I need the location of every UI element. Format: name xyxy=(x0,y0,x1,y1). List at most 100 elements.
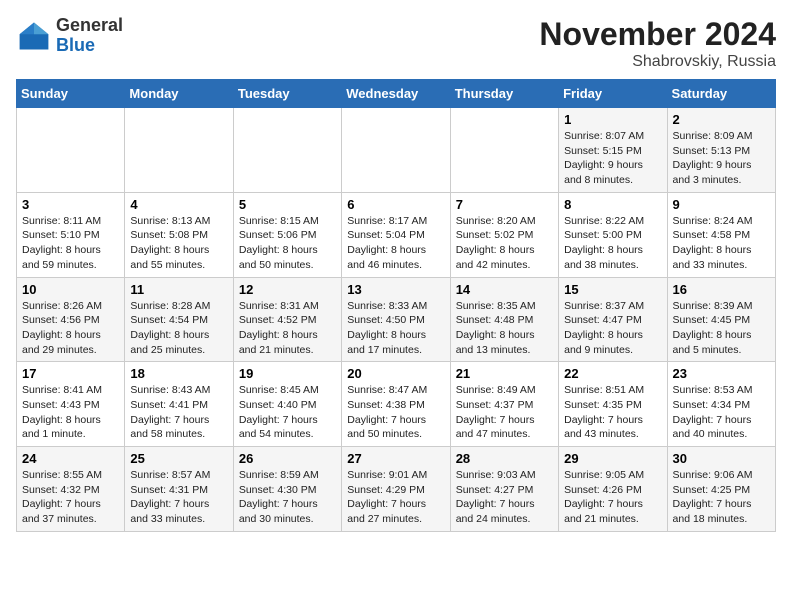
logo-text: General Blue xyxy=(56,16,123,56)
day-number: 19 xyxy=(239,366,336,381)
day-info: Sunrise: 8:24 AM Sunset: 4:58 PM Dayligh… xyxy=(673,214,770,273)
calendar-cell: 30 Sunrise: 9:06 AM Sunset: 4:25 PM Dayli… xyxy=(667,447,775,532)
day-number: 8 xyxy=(564,197,661,212)
calendar-week-row: 1 Sunrise: 8:07 AM Sunset: 5:15 PM Daylig… xyxy=(17,108,776,193)
day-number: 16 xyxy=(673,282,770,297)
day-number: 20 xyxy=(347,366,444,381)
day-number: 17 xyxy=(22,366,119,381)
logo-icon xyxy=(16,18,52,54)
day-number: 11 xyxy=(130,282,227,297)
day-header-sunday: Sunday xyxy=(17,80,125,108)
day-info: Sunrise: 8:45 AM Sunset: 4:40 PM Dayligh… xyxy=(239,383,336,442)
calendar-cell: 17 Sunrise: 8:41 AM Sunset: 4:43 PM Dayli… xyxy=(17,362,125,447)
day-info: Sunrise: 8:07 AM Sunset: 5:15 PM Dayligh… xyxy=(564,129,661,188)
calendar-cell xyxy=(233,108,341,193)
calendar-cell: 5 Sunrise: 8:15 AM Sunset: 5:06 PM Daylig… xyxy=(233,192,341,277)
day-info: Sunrise: 8:43 AM Sunset: 4:41 PM Dayligh… xyxy=(130,383,227,442)
calendar-cell: 2 Sunrise: 8:09 AM Sunset: 5:13 PM Daylig… xyxy=(667,108,775,193)
page-header: General Blue November 2024 Shabrovskiy, … xyxy=(16,16,776,71)
day-number: 1 xyxy=(564,112,661,127)
calendar-table: SundayMondayTuesdayWednesdayThursdayFrid… xyxy=(16,79,776,532)
location-subtitle: Shabrovskiy, Russia xyxy=(539,53,776,71)
day-info: Sunrise: 8:49 AM Sunset: 4:37 PM Dayligh… xyxy=(456,383,553,442)
day-info: Sunrise: 8:33 AM Sunset: 4:50 PM Dayligh… xyxy=(347,299,444,358)
day-number: 28 xyxy=(456,451,553,466)
day-number: 27 xyxy=(347,451,444,466)
day-number: 7 xyxy=(456,197,553,212)
calendar-cell: 29Sunrise: 9:05 AM Sunset: 4:26 PM Dayli… xyxy=(559,447,667,532)
calendar-cell: 13 Sunrise: 8:33 AM Sunset: 4:50 PM Dayli… xyxy=(342,277,450,362)
day-info: Sunrise: 8:28 AM Sunset: 4:54 PM Dayligh… xyxy=(130,299,227,358)
day-number: 12 xyxy=(239,282,336,297)
day-info: Sunrise: 8:11 AM Sunset: 5:10 PM Dayligh… xyxy=(22,214,119,273)
calendar-cell: 6 Sunrise: 8:17 AM Sunset: 5:04 PM Daylig… xyxy=(342,192,450,277)
calendar-cell: 28Sunrise: 9:03 AM Sunset: 4:27 PM Dayli… xyxy=(450,447,558,532)
day-number: 15 xyxy=(564,282,661,297)
calendar-cell: 7 Sunrise: 8:20 AM Sunset: 5:02 PM Daylig… xyxy=(450,192,558,277)
calendar-cell: 22 Sunrise: 8:51 AM Sunset: 4:35 PM Dayli… xyxy=(559,362,667,447)
day-info: Sunrise: 8:57 AM Sunset: 4:31 PM Dayligh… xyxy=(130,468,227,527)
title-block: November 2024 Shabrovskiy, Russia xyxy=(539,16,776,71)
day-info: Sunrise: 8:39 AM Sunset: 4:45 PM Dayligh… xyxy=(673,299,770,358)
calendar-cell: 21Sunrise: 8:49 AM Sunset: 4:37 PM Dayli… xyxy=(450,362,558,447)
day-info: Sunrise: 8:15 AM Sunset: 5:06 PM Dayligh… xyxy=(239,214,336,273)
calendar-cell: 23Sunrise: 8:53 AM Sunset: 4:34 PM Dayli… xyxy=(667,362,775,447)
day-info: Sunrise: 8:26 AM Sunset: 4:56 PM Dayligh… xyxy=(22,299,119,358)
calendar-cell: 14 Sunrise: 8:35 AM Sunset: 4:48 PM Dayli… xyxy=(450,277,558,362)
calendar-cell: 3Sunrise: 8:11 AM Sunset: 5:10 PM Daylig… xyxy=(17,192,125,277)
day-info: Sunrise: 8:37 AM Sunset: 4:47 PM Dayligh… xyxy=(564,299,661,358)
day-header-tuesday: Tuesday xyxy=(233,80,341,108)
calendar-cell: 16 Sunrise: 8:39 AM Sunset: 4:45 PM Dayli… xyxy=(667,277,775,362)
day-number: 5 xyxy=(239,197,336,212)
day-info: Sunrise: 8:35 AM Sunset: 4:48 PM Dayligh… xyxy=(456,299,553,358)
day-info: Sunrise: 8:22 AM Sunset: 5:00 PM Dayligh… xyxy=(564,214,661,273)
calendar-cell xyxy=(125,108,233,193)
day-header-thursday: Thursday xyxy=(450,80,558,108)
calendar-cell: 20 Sunrise: 8:47 AM Sunset: 4:38 PM Dayli… xyxy=(342,362,450,447)
day-info: Sunrise: 8:09 AM Sunset: 5:13 PM Dayligh… xyxy=(673,129,770,188)
month-title: November 2024 xyxy=(539,16,776,53)
day-info: Sunrise: 8:53 AM Sunset: 4:34 PM Dayligh… xyxy=(673,383,770,442)
day-number: 2 xyxy=(673,112,770,127)
day-number: 6 xyxy=(347,197,444,212)
calendar-week-row: 3Sunrise: 8:11 AM Sunset: 5:10 PM Daylig… xyxy=(17,192,776,277)
day-info: Sunrise: 8:20 AM Sunset: 5:02 PM Dayligh… xyxy=(456,214,553,273)
calendar-cell: 24 Sunrise: 8:55 AM Sunset: 4:32 PM Dayli… xyxy=(17,447,125,532)
day-info: Sunrise: 9:06 AM Sunset: 4:25 PM Dayligh… xyxy=(673,468,770,527)
calendar-cell: 26Sunrise: 8:59 AM Sunset: 4:30 PM Dayli… xyxy=(233,447,341,532)
calendar-cell: 1 Sunrise: 8:07 AM Sunset: 5:15 PM Daylig… xyxy=(559,108,667,193)
calendar-cell: 19 Sunrise: 8:45 AM Sunset: 4:40 PM Dayli… xyxy=(233,362,341,447)
day-number: 13 xyxy=(347,282,444,297)
day-info: Sunrise: 8:31 AM Sunset: 4:52 PM Dayligh… xyxy=(239,299,336,358)
calendar-cell xyxy=(342,108,450,193)
day-number: 9 xyxy=(673,197,770,212)
day-info: Sunrise: 9:01 AM Sunset: 4:29 PM Dayligh… xyxy=(347,468,444,527)
day-header-friday: Friday xyxy=(559,80,667,108)
day-header-wednesday: Wednesday xyxy=(342,80,450,108)
day-info: Sunrise: 8:13 AM Sunset: 5:08 PM Dayligh… xyxy=(130,214,227,273)
day-info: Sunrise: 8:41 AM Sunset: 4:43 PM Dayligh… xyxy=(22,383,119,442)
calendar-cell: 10 Sunrise: 8:26 AM Sunset: 4:56 PM Dayli… xyxy=(17,277,125,362)
day-info: Sunrise: 8:51 AM Sunset: 4:35 PM Dayligh… xyxy=(564,383,661,442)
day-info: Sunrise: 8:55 AM Sunset: 4:32 PM Dayligh… xyxy=(22,468,119,527)
day-number: 24 xyxy=(22,451,119,466)
day-number: 10 xyxy=(22,282,119,297)
calendar-cell: 15 Sunrise: 8:37 AM Sunset: 4:47 PM Dayli… xyxy=(559,277,667,362)
day-info: Sunrise: 8:17 AM Sunset: 5:04 PM Dayligh… xyxy=(347,214,444,273)
calendar-week-row: 10 Sunrise: 8:26 AM Sunset: 4:56 PM Dayli… xyxy=(17,277,776,362)
day-number: 18 xyxy=(130,366,227,381)
calendar-cell: 25Sunrise: 8:57 AM Sunset: 4:31 PM Dayli… xyxy=(125,447,233,532)
day-info: Sunrise: 8:59 AM Sunset: 4:30 PM Dayligh… xyxy=(239,468,336,527)
day-number: 14 xyxy=(456,282,553,297)
day-info: Sunrise: 9:05 AM Sunset: 4:26 PM Dayligh… xyxy=(564,468,661,527)
calendar-cell: 12 Sunrise: 8:31 AM Sunset: 4:52 PM Dayli… xyxy=(233,277,341,362)
day-number: 22 xyxy=(564,366,661,381)
calendar-cell: 18 Sunrise: 8:43 AM Sunset: 4:41 PM Dayli… xyxy=(125,362,233,447)
day-number: 30 xyxy=(673,451,770,466)
calendar-header-row: SundayMondayTuesdayWednesdayThursdayFrid… xyxy=(17,80,776,108)
day-info: Sunrise: 8:47 AM Sunset: 4:38 PM Dayligh… xyxy=(347,383,444,442)
calendar-cell: 8 Sunrise: 8:22 AM Sunset: 5:00 PM Daylig… xyxy=(559,192,667,277)
calendar-week-row: 24 Sunrise: 8:55 AM Sunset: 4:32 PM Dayli… xyxy=(17,447,776,532)
calendar-cell: 11 Sunrise: 8:28 AM Sunset: 4:54 PM Dayli… xyxy=(125,277,233,362)
day-number: 4 xyxy=(130,197,227,212)
